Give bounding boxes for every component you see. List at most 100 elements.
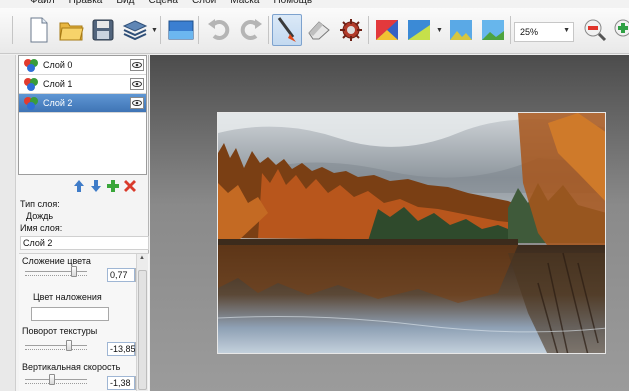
texture-rotation-label: Поворот текстуры xyxy=(22,326,98,336)
settings-button[interactable] xyxy=(336,14,366,46)
toolbar: ▼ ▼ 25% ▼ xyxy=(0,8,629,54)
zoom-in-icon xyxy=(614,19,629,37)
toolbar-separator xyxy=(198,16,199,44)
layers-button[interactable] xyxy=(120,14,150,46)
overlay-color-label: Цвет наложения xyxy=(33,292,102,302)
layer-name: Слой 2 xyxy=(43,98,73,108)
layer-icon xyxy=(24,78,38,91)
layers-dropdown-icon[interactable]: ▼ xyxy=(151,27,158,34)
gradient-icon xyxy=(408,20,430,40)
menu-layers[interactable]: Слои xyxy=(192,0,216,8)
vertical-speed-label: Вертикальная скорость xyxy=(22,362,121,372)
redo-button[interactable] xyxy=(236,14,266,46)
brush-icon xyxy=(277,17,296,42)
eraser-icon xyxy=(308,21,330,40)
layers-panel: Слой 0 Слой 1 Слой 2 Тип слоя: Дождь Имя… xyxy=(16,55,149,391)
layer-icon xyxy=(24,97,38,110)
arrow-down-icon xyxy=(90,179,101,192)
zoom-in-button[interactable] xyxy=(610,14,629,46)
plus-icon xyxy=(106,179,119,192)
redo-icon xyxy=(240,19,262,40)
zoom-out-button[interactable] xyxy=(580,14,610,46)
color-palette-icon xyxy=(376,20,398,40)
vertical-speed-value[interactable]: -1,38 xyxy=(107,376,135,390)
menu-bar: Файл Правка Вид Сцена Слои Маска Помощь xyxy=(0,0,629,8)
scrollbar-thumb[interactable] xyxy=(138,270,147,390)
layer-list: Слой 0 Слой 1 Слой 2 xyxy=(18,55,147,175)
menu-scene[interactable]: Сцена xyxy=(148,0,177,8)
move-layer-down-button[interactable] xyxy=(89,179,102,192)
autumn-lake-photo xyxy=(218,113,605,353)
delete-layer-button[interactable] xyxy=(123,179,136,192)
menu-help[interactable]: Помощь xyxy=(273,0,312,8)
zoom-select[interactable]: 25% ▼ xyxy=(514,22,574,42)
color-blend-label: Сложение цвета xyxy=(22,256,91,266)
image-icon xyxy=(168,20,194,40)
vertical-speed-slider[interactable] xyxy=(25,379,87,380)
layer-name: Слой 0 xyxy=(43,60,73,70)
layers-icon xyxy=(122,20,148,41)
layer-item[interactable]: Слой 1 xyxy=(19,75,146,94)
scene-image[interactable] xyxy=(217,112,606,354)
layer-name-label: Имя слоя: xyxy=(20,223,63,233)
save-button[interactable] xyxy=(88,14,118,46)
brush-button[interactable] xyxy=(272,14,302,46)
toolbar-separator xyxy=(12,16,13,44)
layer-name: Слой 1 xyxy=(43,79,73,89)
landscape-2-button[interactable] xyxy=(478,14,508,46)
slider-ticks xyxy=(25,381,87,384)
menu-edit[interactable]: Правка xyxy=(69,0,103,8)
gradient-button[interactable] xyxy=(404,14,434,46)
menu-file[interactable]: Файл xyxy=(30,0,55,8)
landscape-button[interactable] xyxy=(446,14,476,46)
layer-type-value: Дождь xyxy=(26,211,54,221)
layer-actions xyxy=(72,179,152,195)
zoom-value: 25% xyxy=(520,27,539,37)
overlay-color-swatch[interactable] xyxy=(31,307,109,321)
texture-rotation-slider[interactable] xyxy=(25,345,87,346)
zoom-dropdown-icon: ▼ xyxy=(563,27,570,34)
zoom-out-icon xyxy=(584,19,607,42)
new-document-button[interactable] xyxy=(24,14,54,46)
new-document-icon xyxy=(30,17,48,43)
layer-properties: Сложение цвета 0,77 Цвет наложения Повор… xyxy=(19,253,149,391)
menu-view[interactable]: Вид xyxy=(116,0,134,8)
eye-icon[interactable] xyxy=(130,97,144,109)
layer-item-selected[interactable]: Слой 2 xyxy=(19,94,146,113)
gradient-dropdown-icon[interactable]: ▼ xyxy=(436,27,443,34)
image-button[interactable] xyxy=(166,14,196,46)
layer-item[interactable]: Слой 0 xyxy=(19,56,146,75)
toolbar-separator xyxy=(268,16,269,44)
layer-icon xyxy=(24,59,38,72)
open-folder-icon xyxy=(59,22,84,41)
layer-type-label: Тип слоя: xyxy=(20,199,60,209)
menu-mask[interactable]: Маска xyxy=(230,0,259,8)
layer-name-input[interactable]: Слой 2 xyxy=(20,236,149,250)
left-edge-strip xyxy=(0,55,16,391)
color-fill-button[interactable] xyxy=(372,14,402,46)
properties-scrollbar[interactable]: ▲ xyxy=(136,254,148,391)
slider-ticks xyxy=(25,273,87,276)
eye-icon[interactable] xyxy=(130,78,144,90)
vertical-speed-slider-thumb[interactable] xyxy=(49,374,55,385)
move-layer-up-button[interactable] xyxy=(72,179,85,192)
open-button[interactable] xyxy=(56,14,86,46)
texture-rotation-value[interactable]: -13,85 xyxy=(107,342,136,356)
canvas-area[interactable] xyxy=(150,55,629,391)
toolbar-separator xyxy=(510,16,511,44)
add-layer-button[interactable] xyxy=(106,179,119,192)
landscape-icon xyxy=(450,20,472,40)
color-blend-slider-thumb[interactable] xyxy=(71,266,77,277)
undo-button[interactable] xyxy=(204,14,234,46)
landscape-green-icon xyxy=(482,20,504,40)
eraser-button[interactable] xyxy=(304,14,334,46)
gear-icon xyxy=(340,19,362,41)
undo-icon xyxy=(208,19,230,40)
color-blend-slider[interactable] xyxy=(25,271,87,272)
slider-ticks xyxy=(25,347,87,350)
eye-icon[interactable] xyxy=(130,59,144,71)
color-blend-value[interactable]: 0,77 xyxy=(107,268,135,282)
scroll-up-icon[interactable]: ▲ xyxy=(139,255,145,261)
toolbar-separator xyxy=(160,16,161,44)
texture-rotation-slider-thumb[interactable] xyxy=(66,340,72,351)
